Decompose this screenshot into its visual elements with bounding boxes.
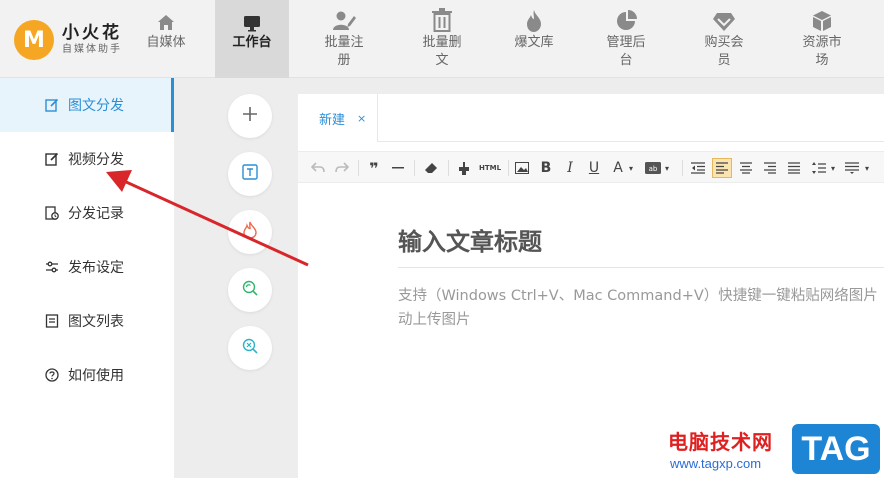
watermark-url: www.tagxp.com: [670, 456, 762, 471]
watermark: 电脑技术网 www.tagxp.com TAG: [660, 420, 884, 478]
watermark-site-name: 电脑技术网: [668, 430, 773, 454]
watermark-tag-logo: TAG: [792, 424, 880, 474]
app-window: M 小火花 自媒体助手 自媒体 工作台 批量注册 批量删文 爆文库 管理后台 购…: [0, 0, 884, 478]
annotation-arrow: [106, 170, 309, 267]
